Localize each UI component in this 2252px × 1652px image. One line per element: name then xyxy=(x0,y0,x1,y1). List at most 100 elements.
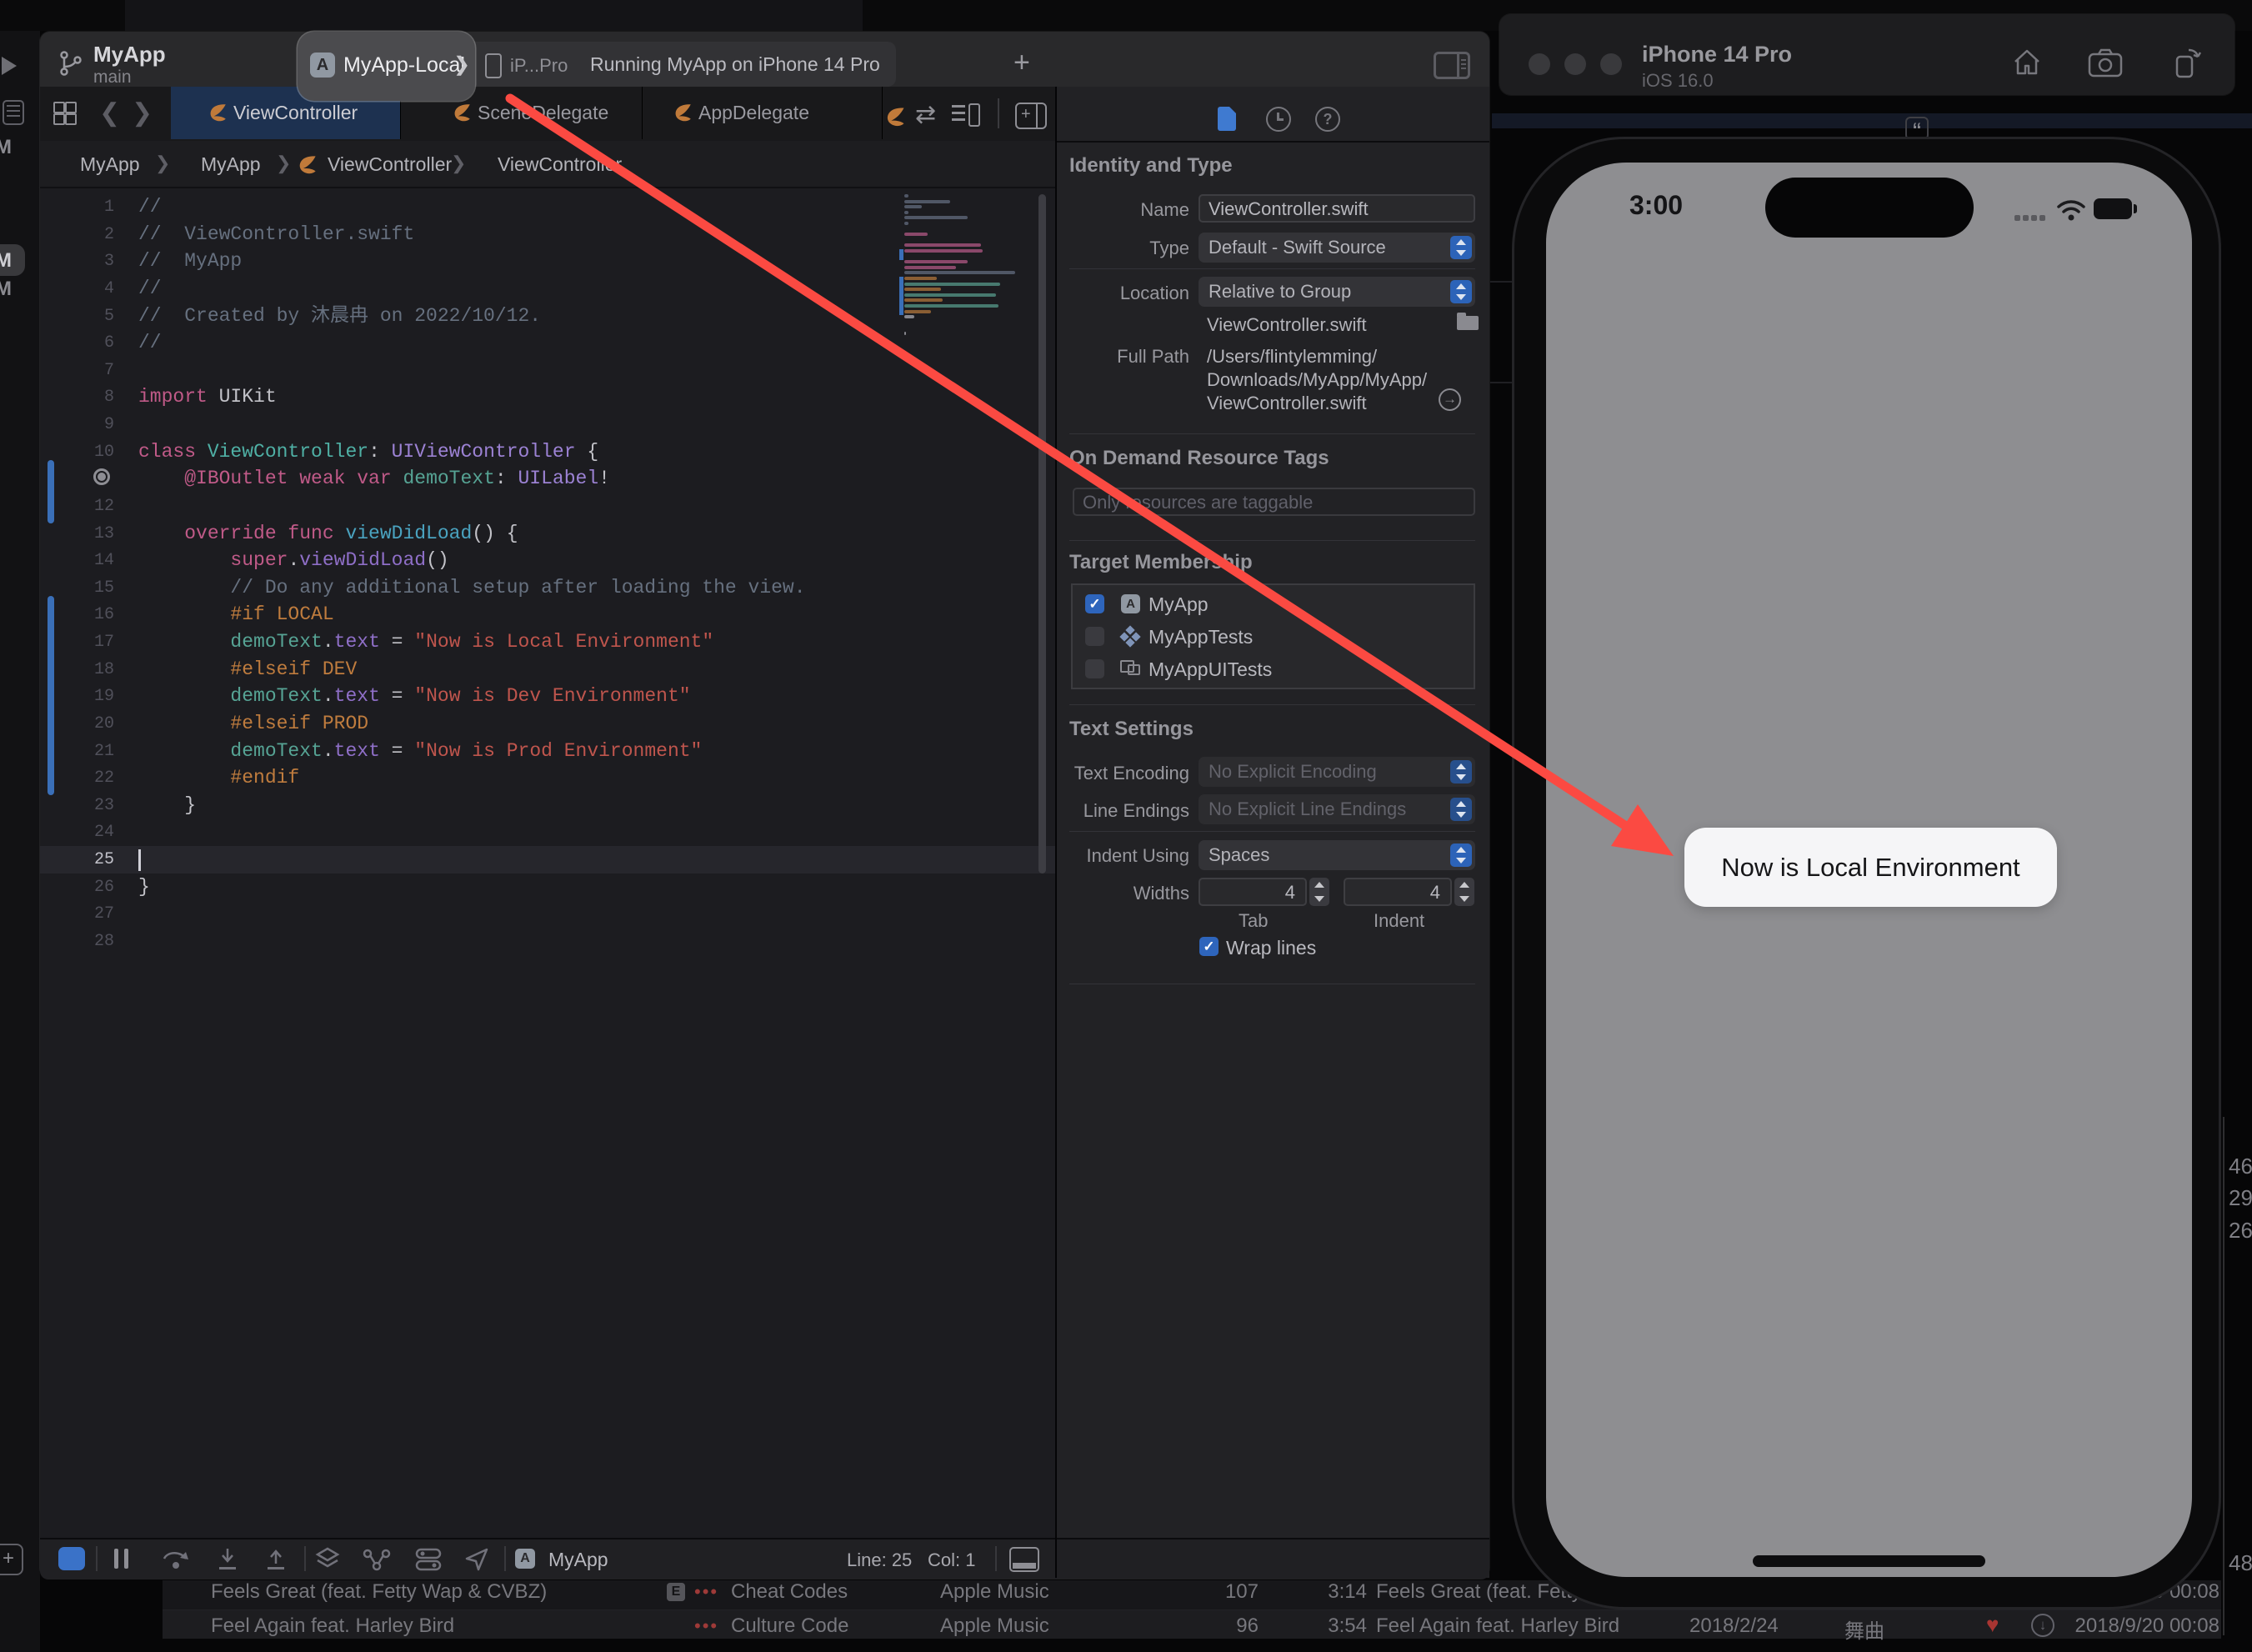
myapp-checkbox[interactable]: ✓ xyxy=(1085,594,1104,613)
destination-device-icon xyxy=(485,53,502,78)
code-token: @IBOutlet weak var xyxy=(138,468,392,489)
code-token: demoText xyxy=(392,468,495,489)
code-line: } xyxy=(138,874,150,901)
screenshot-camera-icon[interactable] xyxy=(2088,48,2126,78)
music-cell-text: Feel Again feat. Harley Bird xyxy=(211,1614,454,1638)
folder-icon[interactable] xyxy=(1457,316,1479,330)
stepper-icon xyxy=(1450,844,1472,867)
line-number: 22 xyxy=(50,768,114,788)
go-back-button[interactable]: ❮ xyxy=(99,98,120,128)
add-editor-icon[interactable]: + xyxy=(1015,103,1047,129)
pause-icon[interactable] xyxy=(114,1547,133,1570)
editor-scrollbar[interactable] xyxy=(1038,194,1046,874)
code-line: #elseif DEV xyxy=(138,656,357,683)
reveal-path-icon[interactable]: → xyxy=(1439,388,1461,411)
minimap-line xyxy=(904,271,1015,274)
indent-width-field[interactable]: 4 xyxy=(1344,878,1452,906)
text-encoding-dropdown[interactable]: No Explicit Encoding xyxy=(1199,757,1475,787)
stepper-icon xyxy=(1450,798,1472,821)
code-token: "Now is Dev Environment" xyxy=(414,685,690,707)
tab-appdelegate[interactable]: AppDelegate xyxy=(642,87,883,139)
memory-graph-icon[interactable] xyxy=(363,1547,391,1572)
rotate-device-icon[interactable] xyxy=(2169,45,2204,80)
code-token: text xyxy=(334,740,380,762)
odr-section-title: On Demand Resource Tags xyxy=(1069,447,1329,470)
minimize-window-button[interactable] xyxy=(1564,53,1586,75)
adjust-editor-options-icon[interactable] xyxy=(952,103,980,126)
odr-tags-field[interactable]: Only resources are taggable xyxy=(1073,488,1475,516)
code-line: // xyxy=(138,329,162,357)
simulator-device-title: iPhone 14 Pro xyxy=(1642,42,1792,68)
hide-debug-area-icon[interactable] xyxy=(1009,1547,1039,1572)
code-line: // Created by 沐晨冉 on 2022/10/12. xyxy=(138,303,541,330)
minimap-line xyxy=(904,260,968,263)
breakpoints-toggle-icon[interactable] xyxy=(58,1547,85,1570)
music-cell-text: Culture Code xyxy=(731,1614,848,1638)
code-line: class ViewController: UIViewController { xyxy=(138,438,598,466)
step-out-icon[interactable] xyxy=(263,1547,289,1572)
list-icon xyxy=(3,100,24,125)
run-destination[interactable]: iP...Pro xyxy=(510,55,568,77)
file-inspector-tab-icon[interactable] xyxy=(1218,107,1236,131)
indent-using-dropdown[interactable]: Spaces xyxy=(1199,840,1475,870)
history-inspector-tab-icon[interactable] xyxy=(1266,107,1291,132)
line-number: 2 xyxy=(50,225,114,244)
unavailable-dots-icon: ••• xyxy=(694,1615,718,1637)
step-into-icon[interactable] xyxy=(214,1547,241,1572)
breadcrumb-item[interactable]: ViewController xyxy=(498,153,622,176)
code-token: . xyxy=(323,631,334,653)
help-inspector-tab-icon[interactable]: ? xyxy=(1315,107,1340,132)
line-endings-dropdown[interactable]: No Explicit Line Endings xyxy=(1199,794,1475,824)
add-icon: + xyxy=(0,1544,23,1575)
breadcrumb-item[interactable]: ViewController xyxy=(328,153,452,176)
line-number: 23 xyxy=(50,796,114,815)
home-icon[interactable] xyxy=(2010,47,2044,78)
music-cell-text: 3:54 xyxy=(1328,1614,1367,1638)
code-token: { xyxy=(576,441,599,463)
close-window-button[interactable] xyxy=(1529,53,1550,75)
code-line: #endif xyxy=(138,764,299,792)
chevron-right-icon: ❯ xyxy=(453,53,470,77)
name-label: Name xyxy=(1069,199,1189,221)
code-line: // xyxy=(138,275,162,303)
location-dropdown[interactable]: Relative to Group xyxy=(1199,277,1475,307)
add-button[interactable]: + xyxy=(1013,47,1030,79)
zoom-window-button[interactable] xyxy=(1600,53,1622,75)
go-forward-button[interactable]: ❯ xyxy=(132,98,153,128)
line-number: 5 xyxy=(50,307,114,326)
related-items-icon[interactable] xyxy=(53,102,77,125)
code-token: = xyxy=(380,740,414,762)
breadcrumb-item[interactable]: MyApp xyxy=(80,153,140,176)
tab-width-field[interactable]: 4 xyxy=(1199,878,1307,906)
indent-width-stepper[interactable] xyxy=(1454,878,1474,906)
environment-overrides-icon[interactable] xyxy=(415,1547,442,1572)
inspector-toggle-icon[interactable] xyxy=(1434,52,1470,79)
play-icon xyxy=(2,57,17,75)
panel-divider[interactable] xyxy=(1055,87,1057,1578)
running-app-name[interactable]: MyApp xyxy=(548,1549,608,1571)
breadcrumb-item[interactable]: MyApp xyxy=(201,153,261,176)
line-number: 4 xyxy=(50,279,114,298)
type-dropdown[interactable]: Default - Swift Source xyxy=(1199,233,1475,263)
name-field[interactable]: ViewController.swift xyxy=(1199,194,1475,223)
code-token: = xyxy=(380,631,414,653)
code-token: // xyxy=(138,332,162,353)
outlet-connection-icon[interactable] xyxy=(93,468,110,485)
swap-editors-icon[interactable]: ⇄ xyxy=(915,100,936,129)
line-number: 16 xyxy=(50,605,114,624)
minimap-line xyxy=(904,288,941,291)
scheme-selector[interactable]: MyApp-Local xyxy=(343,53,465,78)
code-token: #endif xyxy=(138,767,299,788)
view-hierarchy-icon[interactable] xyxy=(314,1547,341,1572)
tab-width-stepper[interactable] xyxy=(1309,878,1329,906)
simulate-location-icon[interactable] xyxy=(463,1547,490,1572)
line-number: 27 xyxy=(50,904,114,924)
step-over-icon[interactable] xyxy=(161,1547,191,1572)
tab-label: ViewController xyxy=(233,102,358,124)
myapptests-checkbox[interactable] xyxy=(1085,627,1104,646)
code-token: demoText xyxy=(138,685,323,707)
music-cell-text: Feels Great (feat. Fetty Wap & CVBZ) xyxy=(211,1580,547,1604)
myappuitests-checkbox[interactable] xyxy=(1085,659,1104,678)
file-name-value: ViewController.swift xyxy=(1207,314,1367,336)
wrap-lines-checkbox[interactable]: ✓ xyxy=(1199,937,1219,956)
